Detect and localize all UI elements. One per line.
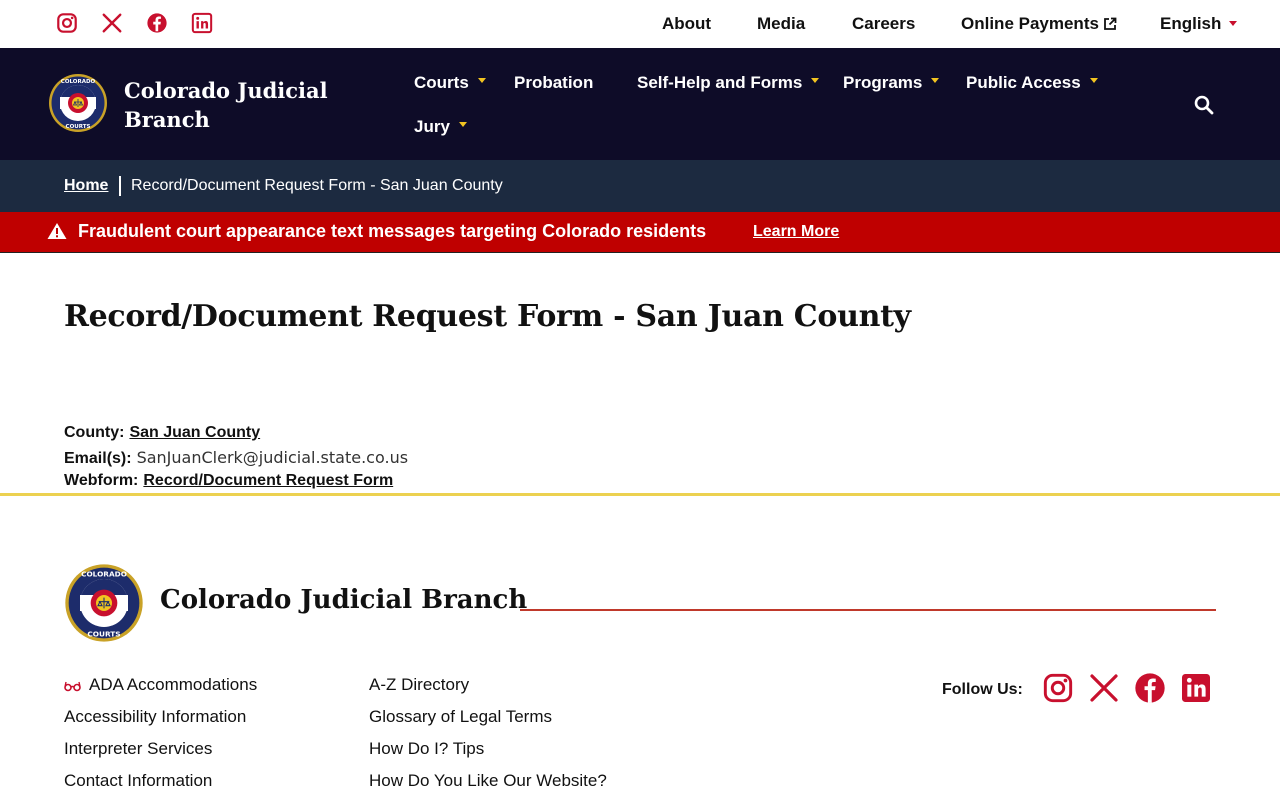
chevron-down-icon (1229, 21, 1238, 26)
nav-self-help-label: Self-Help and Forms (637, 73, 803, 92)
glasses-icon (64, 681, 81, 692)
colorado-courts-logo: COLORADO COURTS (49, 74, 107, 132)
footer-link-glossary[interactable]: Glossary of Legal Terms (369, 707, 607, 739)
main-header: COLORADO COURTS Colorado Judicial Branch… (0, 48, 1280, 160)
chevron-down-icon (931, 78, 940, 83)
nav-jury[interactable]: Jury (414, 117, 467, 137)
x-twitter-icon[interactable] (1088, 672, 1120, 704)
about-link[interactable]: About (662, 14, 711, 34)
linkedin-icon[interactable] (1180, 672, 1212, 704)
breadcrumb: Home Record/Document Request Form - San … (0, 160, 1280, 212)
utility-bar: About Media Careers Online Payments Engl… (0, 0, 1280, 48)
nav-jury-label: Jury (414, 117, 450, 136)
brand-home-link[interactable]: COLORADO COURTS Colorado Judicial Branch (48, 73, 328, 133)
footer-links-col-2: A-Z Directory Glossary of Legal Terms Ho… (369, 675, 607, 800)
nav-probation-label: Probation (514, 73, 594, 92)
breadcrumb-home-link[interactable]: Home (64, 177, 108, 195)
svg-text:COLORADO: COLORADO (61, 79, 96, 85)
online-payments-link[interactable]: Online Payments (961, 14, 1117, 34)
nav-courts[interactable]: Courts (414, 73, 486, 93)
footer-link-tips[interactable]: How Do I? Tips (369, 739, 607, 771)
nav-self-help[interactable]: Self-Help and Forms (637, 73, 820, 93)
webform-row: Webform: Record/Document Request Form (64, 472, 393, 490)
email-label: Email(s): (64, 450, 132, 467)
media-link[interactable]: Media (757, 14, 805, 34)
footer-link-ada-label: ADA Accommodations (89, 675, 258, 694)
careers-link[interactable]: Careers (852, 14, 915, 34)
footer-title-rule (520, 609, 1216, 611)
footer-divider (0, 493, 1280, 496)
svg-text:COURTS: COURTS (66, 124, 91, 130)
online-payments-label: Online Payments (961, 14, 1099, 33)
colorado-courts-logo: COLORADO COURTS (65, 564, 143, 642)
footer-link-az-directory[interactable]: A-Z Directory (369, 675, 607, 707)
email-value: SanJuanClerk@judicial.state.co.us (136, 448, 409, 467)
external-link-icon (1104, 17, 1117, 30)
chevron-down-icon (1089, 78, 1098, 83)
alert-banner: Fraudulent court appearance text message… (0, 212, 1280, 253)
footer-link-contact[interactable]: Contact Information (64, 771, 257, 800)
chevron-down-icon (811, 78, 820, 83)
brand-title: Colorado Judicial Branch (124, 78, 328, 132)
alert-text: Fraudulent court appearance text message… (78, 221, 707, 241)
alert-learn-more-link[interactable]: Learn More (753, 223, 839, 241)
utility-links: About Media Careers Online Payments Engl… (0, 0, 1280, 48)
webform-label: Webform: (64, 472, 139, 489)
footer-links-col-1: ADA Accommodations Accessibility Informa… (64, 675, 257, 800)
email-row: Email(s): SanJuanClerk@judicial.state.co.… (64, 448, 408, 468)
footer-link-accessibility[interactable]: Accessibility Information (64, 707, 257, 739)
footer-link-interpreter[interactable]: Interpreter Services (64, 739, 257, 771)
county-row: County: San Juan County (64, 424, 260, 442)
nav-programs-label: Programs (843, 73, 923, 92)
svg-text:COLORADO: COLORADO (81, 569, 127, 578)
facebook-icon[interactable] (1134, 672, 1166, 704)
county-label: County: (64, 424, 125, 441)
chevron-down-icon (477, 78, 486, 83)
nav-public-access[interactable]: Public Access (966, 73, 1098, 93)
follow-us-label: Follow Us: (942, 681, 1023, 698)
webform-link[interactable]: Record/Document Request Form (143, 472, 393, 489)
footer-brand-title: Colorado Judicial Branch (160, 585, 528, 615)
footer-link-feedback[interactable]: How Do You Like Our Website? (369, 771, 607, 800)
nav-courts-label: Courts (414, 73, 469, 92)
chevron-down-icon (458, 122, 467, 127)
county-link[interactable]: San Juan County (129, 424, 260, 441)
breadcrumb-current: Record/Document Request Form - San Juan … (131, 177, 503, 194)
instagram-icon[interactable] (1042, 672, 1074, 704)
nav-public-access-label: Public Access (966, 73, 1081, 92)
nav-probation[interactable]: Probation (514, 73, 593, 93)
svg-text:COURTS: COURTS (87, 629, 120, 638)
breadcrumb-separator (119, 176, 121, 196)
language-selector[interactable]: English (1160, 14, 1238, 34)
footer-link-ada[interactable]: ADA Accommodations (64, 675, 257, 707)
language-label: English (1160, 14, 1222, 33)
page-title: Record/Document Request Form - San Juan … (64, 299, 911, 334)
nav-programs[interactable]: Programs (843, 73, 940, 93)
warning-icon (47, 223, 67, 239)
search-icon[interactable] (1193, 94, 1215, 116)
